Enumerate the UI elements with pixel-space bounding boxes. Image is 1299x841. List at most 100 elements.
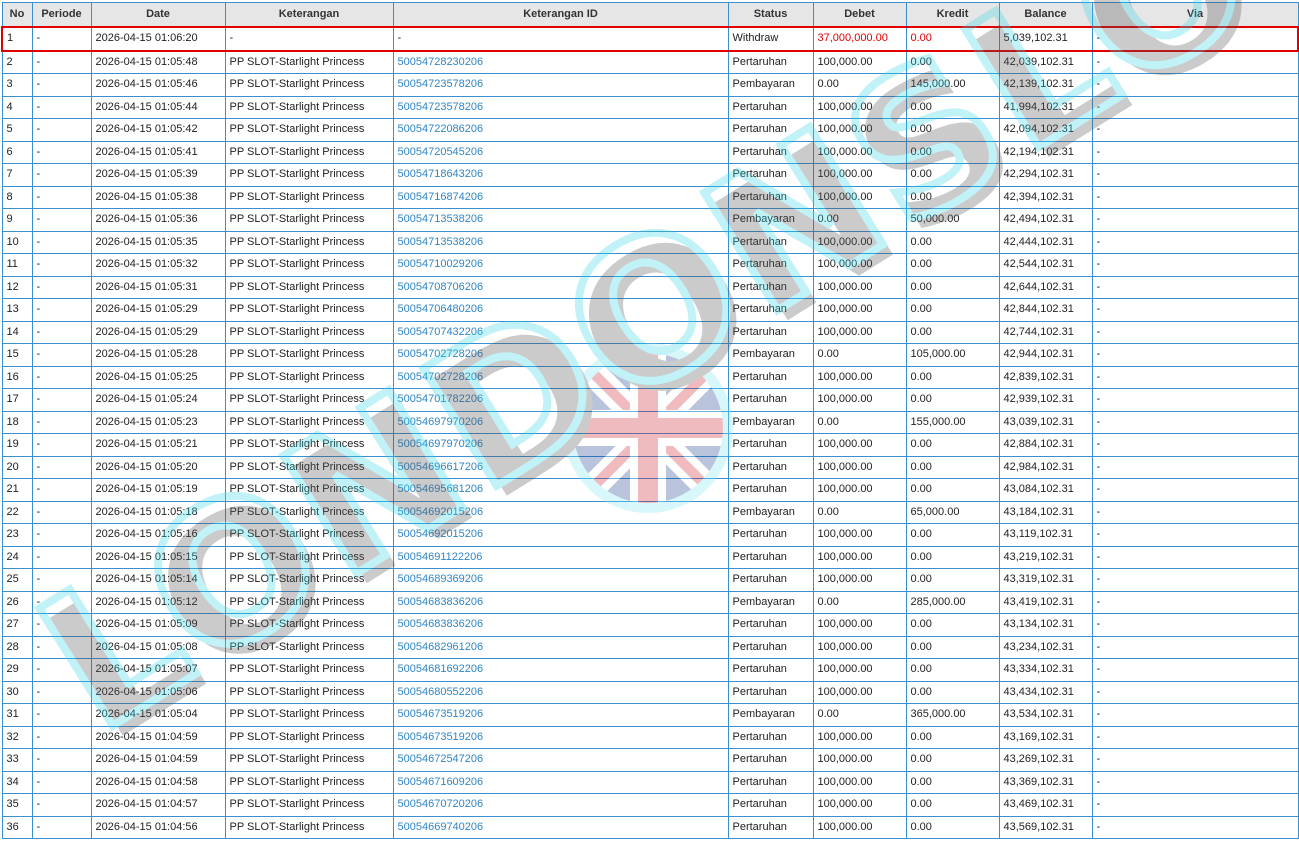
cell-date: 2026-04-15 01:04:56: [90, 815, 226, 839]
keterangan-id-link[interactable]: 50054681692206: [392, 658, 729, 682]
cell-kredit: 0.00: [905, 748, 1000, 772]
cell-balance: 42,939,102.31: [998, 388, 1093, 412]
cell-keterangan: PP SLOT-Starlight Princess: [224, 433, 394, 457]
cell-periode: -: [31, 433, 92, 457]
cell-date: 2026-04-15 01:05:06: [90, 680, 226, 704]
keterangan-id-link[interactable]: 50054691122206: [392, 545, 729, 569]
column-header-debet[interactable]: Debet: [812, 2, 907, 28]
keterangan-id-link[interactable]: 50054673519206: [392, 703, 729, 727]
cell-no: 32: [1, 725, 33, 749]
cell-kredit: 365,000.00: [905, 703, 1000, 727]
cell-balance: 43,039,102.31: [998, 410, 1093, 434]
column-header-date[interactable]: Date: [90, 2, 226, 28]
keterangan-id-link[interactable]: 50054683836206: [392, 613, 729, 637]
column-header-status[interactable]: Status: [727, 2, 814, 28]
keterangan-id-link[interactable]: 50054696617206: [392, 455, 729, 479]
keterangan-id-link[interactable]: 50054692015206: [392, 500, 729, 524]
keterangan-id-link[interactable]: 50054723578206: [392, 95, 729, 119]
cell-kredit: 0.00: [905, 140, 1000, 164]
cell-status: Pertaruhan: [727, 770, 814, 794]
cell-via: -: [1091, 635, 1299, 659]
keterangan-id-link[interactable]: 50054728230206: [392, 50, 729, 74]
keterangan-id-link[interactable]: 50054718643206: [392, 163, 729, 187]
cell-debet: 0.00: [812, 500, 907, 524]
keterangan-id-link[interactable]: 50054671609206: [392, 770, 729, 794]
cell-debet: 100,000.00: [812, 478, 907, 502]
cell-keterangan: PP SLOT-Starlight Princess: [224, 208, 394, 232]
keterangan-id-link[interactable]: 50054713538206: [392, 208, 729, 232]
keterangan-id-link[interactable]: 50054722086206: [392, 118, 729, 142]
cell-via: -: [1091, 455, 1299, 479]
cell-date: 2026-04-15 01:05:38: [90, 185, 226, 209]
cell-periode: -: [31, 343, 92, 367]
cell-keterangan: PP SLOT-Starlight Princess: [224, 73, 394, 97]
column-header-via[interactable]: Via: [1091, 2, 1299, 28]
cell-kredit: 0.00: [905, 815, 1000, 839]
cell-balance: 5,039,102.31: [998, 26, 1093, 52]
column-header-keterangan[interactable]: Keterangan: [224, 2, 394, 28]
cell-no: 18: [1, 410, 33, 434]
keterangan-id-link[interactable]: 50054683836206: [392, 590, 729, 614]
column-header-periode[interactable]: Periode: [31, 2, 92, 28]
keterangan-id-link[interactable]: 50054716874206: [392, 185, 729, 209]
cell-periode: -: [31, 568, 92, 592]
cell-kredit: 0.00: [905, 635, 1000, 659]
cell-keterangan-id: -: [392, 26, 729, 52]
keterangan-id-link[interactable]: 50054697970206: [392, 433, 729, 457]
cell-status: Pertaruhan: [727, 725, 814, 749]
keterangan-id-link[interactable]: 50054723578206: [392, 73, 729, 97]
keterangan-id-link[interactable]: 50054689369206: [392, 568, 729, 592]
cell-kredit: 0.00: [905, 118, 1000, 142]
keterangan-id-link[interactable]: 50054695681206: [392, 478, 729, 502]
cell-kredit: 0.00: [905, 478, 1000, 502]
keterangan-id-link[interactable]: 50054710029206: [392, 253, 729, 277]
keterangan-id-link[interactable]: 50054708706206: [392, 275, 729, 299]
cell-via: -: [1091, 725, 1299, 749]
cell-periode: -: [31, 545, 92, 569]
cell-status: Pertaruhan: [727, 230, 814, 254]
cell-balance: 42,094,102.31: [998, 118, 1093, 142]
cell-periode: -: [31, 613, 92, 637]
cell-no: 28: [1, 635, 33, 659]
keterangan-id-link[interactable]: 50054673519206: [392, 725, 729, 749]
cell-balance: 43,469,102.31: [998, 793, 1093, 817]
cell-keterangan: PP SLOT-Starlight Princess: [224, 635, 394, 659]
keterangan-id-link[interactable]: 50054680552206: [392, 680, 729, 704]
cell-periode: -: [31, 680, 92, 704]
keterangan-id-link[interactable]: 50054701782206: [392, 388, 729, 412]
table-row: 25-2026-04-15 01:05:14 PP SLOT-Starlight …: [1, 568, 1299, 592]
keterangan-id-link[interactable]: 50054720545206: [392, 140, 729, 164]
column-header-no[interactable]: No: [1, 2, 33, 28]
table-row: 14-2026-04-15 01:05:29 PP SLOT-Starlight …: [1, 320, 1299, 344]
keterangan-id-link[interactable]: 50054713538206: [392, 230, 729, 254]
keterangan-id-link[interactable]: 50054682961206: [392, 635, 729, 659]
cell-status: Pertaruhan: [727, 680, 814, 704]
keterangan-id-link[interactable]: 50054707432206: [392, 320, 729, 344]
keterangan-id-link[interactable]: 50054670720206: [392, 793, 729, 817]
column-header-keterangan-id[interactable]: Keterangan ID: [392, 2, 729, 28]
keterangan-id-link[interactable]: 50054672547206: [392, 748, 729, 772]
cell-keterangan: PP SLOT-Starlight Princess: [224, 140, 394, 164]
cell-periode: -: [31, 703, 92, 727]
column-header-kredit[interactable]: Kredit: [905, 2, 1000, 28]
cell-keterangan: PP SLOT-Starlight Princess: [224, 185, 394, 209]
cell-no: 33: [1, 748, 33, 772]
keterangan-id-link[interactable]: 50054697970206: [392, 410, 729, 434]
table-row: 20-2026-04-15 01:05:20 PP SLOT-Starlight …: [1, 455, 1299, 479]
column-header-balance[interactable]: Balance: [998, 2, 1093, 28]
keterangan-id-link[interactable]: 50054692015206: [392, 523, 729, 547]
cell-date: 2026-04-15 01:05:25: [90, 365, 226, 389]
cell-kredit: 0.00: [905, 95, 1000, 119]
keterangan-id-link[interactable]: 50054702728206: [392, 343, 729, 367]
keterangan-id-link[interactable]: 50054669740206: [392, 815, 729, 839]
cell-via: -: [1091, 793, 1299, 817]
cell-via: -: [1091, 230, 1299, 254]
keterangan-id-link[interactable]: 50054706480206: [392, 298, 729, 322]
table-row: 27-2026-04-15 01:05:09 PP SLOT-Starlight …: [1, 613, 1299, 637]
cell-periode: -: [31, 478, 92, 502]
cell-no: 20: [1, 455, 33, 479]
cell-debet: 100,000.00: [812, 748, 907, 772]
cell-date: 2026-04-15 01:05:36: [90, 208, 226, 232]
cell-balance: 42,294,102.31: [998, 163, 1093, 187]
keterangan-id-link[interactable]: 50054702728206: [392, 365, 729, 389]
